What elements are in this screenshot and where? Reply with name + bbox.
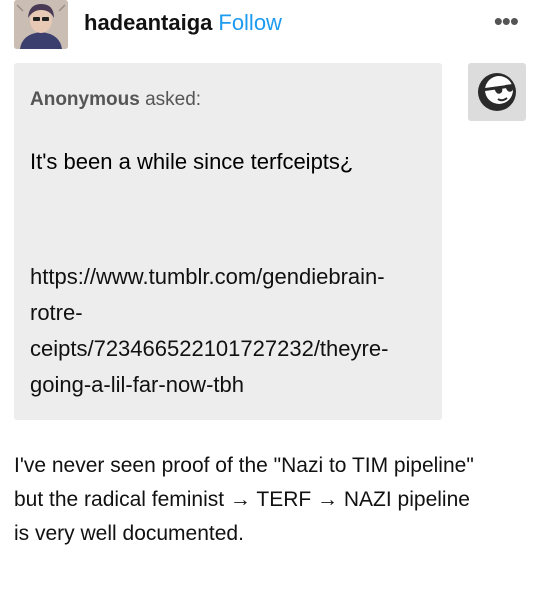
post-header: hadeantaiga Follow •••	[14, 0, 530, 50]
asker-name: Anonymous	[30, 89, 140, 110]
anonymous-sunglasses-icon	[478, 73, 516, 111]
ask-bubble: Anonymous asked: It's been a while since…	[14, 63, 442, 420]
answer-text: I've never seen proof of the "Nazi to TI…	[14, 449, 530, 551]
avatar-image	[14, 0, 68, 49]
ask-link-line: https://www.tumblr.com/gendiebrain-	[30, 264, 385, 289]
follow-button[interactable]: Follow	[218, 10, 282, 35]
answer-line: is very well documented.	[14, 522, 244, 545]
more-options-icon[interactable]: •••	[494, 6, 519, 36]
username[interactable]: hadeantaiga	[84, 10, 212, 35]
answer-line: I've never seen proof of the "Nazi to TI…	[14, 454, 474, 477]
anonymous-avatar	[468, 63, 526, 121]
ask-link-line: ceipts/723466522101727232/theyre-	[30, 336, 389, 361]
post-username-line: hadeantaiga Follow	[84, 10, 282, 36]
ask-link-line: rotre-	[30, 300, 83, 325]
ask-question: It's been a while since terfceipts¿	[30, 149, 354, 174]
ask-link-line: going-a-lil-far-now-tbh	[30, 372, 244, 397]
ask-link[interactable]: https://www.tumblr.com/gendiebrain- rotr…	[30, 259, 430, 403]
asker-line: Anonymous asked:	[30, 89, 201, 111]
asked-label: asked:	[145, 89, 202, 110]
avatar[interactable]	[14, 0, 68, 49]
answer-line: but the radical feminist → TERF → NAZI p…	[14, 488, 470, 511]
